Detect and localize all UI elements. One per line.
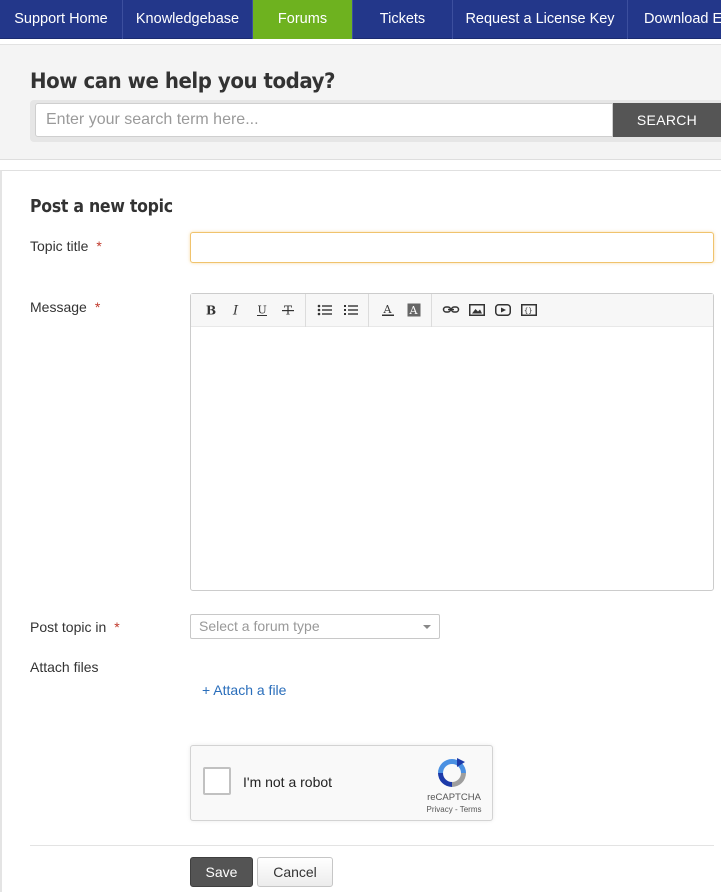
topic-title-label-text: Topic title [30, 238, 89, 254]
form-divider [30, 845, 714, 846]
italic-icon[interactable]: I [223, 298, 249, 322]
message-label: Message * [30, 299, 100, 315]
strikethrough-icon[interactable]: T [275, 298, 301, 322]
form-title: Post a new topic [30, 197, 173, 217]
format-group: B I U T [197, 293, 306, 327]
recaptcha-checkbox[interactable] [203, 767, 231, 795]
search-input[interactable] [35, 103, 613, 137]
color-group: A A [375, 293, 432, 327]
code-icon[interactable]: {} [516, 298, 542, 322]
image-icon[interactable] [464, 298, 490, 322]
search-banner: How can we help you today? SEARCH [0, 44, 721, 160]
forum-type-select[interactable]: Select a forum type [190, 614, 440, 639]
svg-text:B: B [206, 304, 216, 318]
topic-title-label: Topic title * [30, 238, 102, 254]
recaptcha-label: I'm not a robot [243, 774, 333, 790]
required-marker: * [96, 238, 102, 254]
message-editor: B I U T A A {} [190, 293, 714, 591]
video-icon[interactable] [490, 298, 516, 322]
topic-title-input[interactable] [190, 232, 714, 263]
bold-icon[interactable]: B [197, 298, 223, 322]
forum-type-select-value: Select a forum type [199, 618, 320, 634]
svg-text:{}: {} [524, 307, 532, 315]
message-label-text: Message [30, 299, 87, 315]
attach-file-link[interactable]: + Attach a file [202, 682, 286, 698]
text-color-icon[interactable]: A [375, 298, 401, 322]
insert-group: {} [438, 294, 546, 327]
recaptcha-terms-link[interactable]: Privacy - Terms [421, 805, 487, 814]
message-textarea[interactable] [191, 327, 713, 590]
search-heading: How can we help you today? [30, 69, 336, 94]
svg-text:I: I [232, 304, 239, 318]
link-icon[interactable] [438, 298, 464, 322]
required-marker: * [114, 619, 120, 635]
required-marker: * [94, 299, 101, 315]
underline-icon[interactable]: U [249, 298, 275, 322]
list-group [312, 293, 369, 327]
cancel-button[interactable]: Cancel [257, 857, 333, 887]
background-color-icon[interactable]: A [401, 298, 427, 322]
save-button[interactable]: Save [190, 857, 253, 887]
svg-text:U: U [258, 304, 267, 317]
numbered-list-icon[interactable] [338, 298, 364, 322]
nav-item-knowledgebase[interactable]: Knowledgebase [123, 0, 253, 39]
top-nav: Support Home Knowledgebase Forums Ticket… [0, 0, 721, 39]
nav-item-download[interactable]: Download E [628, 0, 721, 39]
svg-text:A: A [383, 303, 393, 316]
post-in-label-text: Post topic in [30, 619, 107, 635]
svg-text:A: A [409, 304, 419, 317]
attach-files-label: Attach files [30, 659, 99, 675]
recaptcha-widget: I'm not a robot reCAPTCHA Privacy - Term… [190, 745, 493, 821]
editor-toolbar: B I U T A A {} [191, 293, 713, 327]
nav-item-request-license-key[interactable]: Request a License Key [453, 0, 628, 39]
recaptcha-logo-icon [435, 756, 469, 795]
nav-item-forums[interactable]: Forums [253, 0, 353, 39]
recaptcha-brand: reCAPTCHA [427, 792, 481, 803]
nav-item-tickets[interactable]: Tickets [353, 0, 453, 39]
search-button[interactable]: SEARCH [613, 103, 721, 137]
chevron-down-icon [423, 625, 431, 629]
nav-item-support-home[interactable]: Support Home [0, 0, 123, 39]
bulleted-list-icon[interactable] [312, 298, 338, 322]
search-bar: SEARCH [30, 100, 721, 142]
post-in-label: Post topic in * [30, 619, 120, 635]
